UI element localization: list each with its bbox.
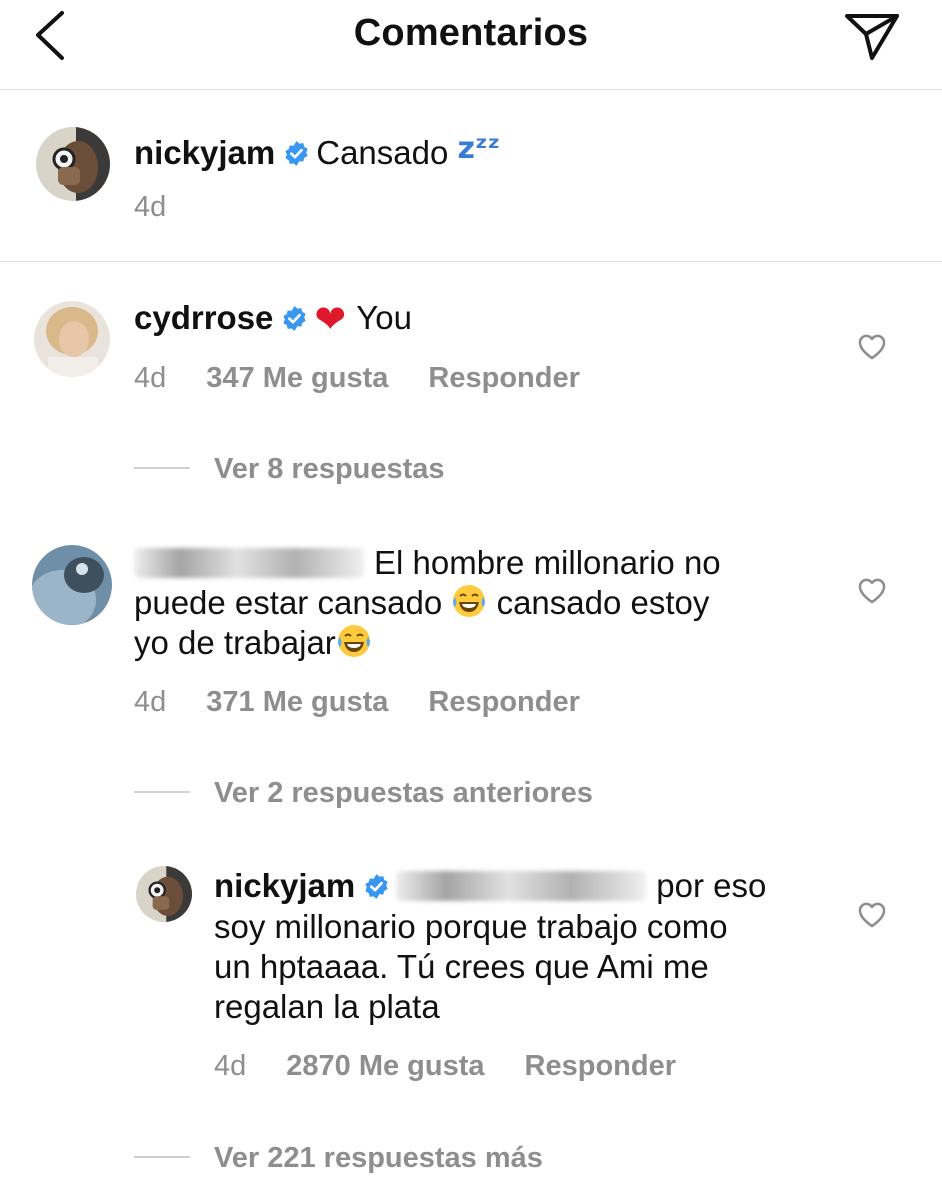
- red-heart-emoji: ❤: [314, 297, 347, 341]
- heart-outline-icon[interactable]: [855, 329, 889, 363]
- reply-text-line: soy millonario porque trabajo como: [214, 908, 728, 945]
- reply-button[interactable]: Responder: [428, 686, 579, 718]
- verified-badge-icon: [363, 873, 390, 900]
- header-bar: Comentarios: [0, 0, 942, 90]
- like-count[interactable]: 371 Me gusta: [206, 686, 388, 718]
- like-count[interactable]: 2870 Me gusta: [286, 1050, 484, 1082]
- heart-outline-icon[interactable]: [855, 573, 889, 607]
- comment-text-line: yo de trabajar: [134, 623, 372, 663]
- avatar[interactable]: [32, 545, 112, 625]
- view-replies-link[interactable]: Ver 8 respuestas: [134, 453, 445, 486]
- redacted-mention[interactable]: [396, 871, 647, 901]
- avatar[interactable]: [36, 127, 110, 201]
- comment-text: puede estar cansado: [134, 584, 443, 621]
- view-replies-label: Ver 221 respuestas más: [214, 1142, 543, 1174]
- timestamp: 4d: [214, 1050, 247, 1082]
- timestamp: 4d: [134, 362, 167, 394]
- divider-dash: [134, 1156, 190, 1159]
- paper-plane-icon[interactable]: [842, 8, 902, 63]
- caption-meta: 4d: [134, 191, 206, 224]
- view-previous-replies-link[interactable]: Ver 2 respuestas anteriores: [134, 777, 593, 810]
- view-more-replies-link[interactable]: Ver 221 respuestas más: [134, 1142, 543, 1175]
- username[interactable]: nickyjam: [134, 134, 275, 171]
- tears-of-joy-emoji: [451, 583, 487, 619]
- view-replies-label: Ver 8 respuestas: [214, 453, 445, 485]
- reply-text: por eso: [656, 867, 767, 904]
- comment-text-line: El hombre millonario no: [134, 543, 721, 583]
- heart-outline-icon[interactable]: [855, 897, 889, 931]
- view-replies-label: Ver 2 respuestas anteriores: [214, 777, 593, 809]
- comment-text-line: cydrrose ❤ You: [134, 298, 412, 339]
- reply-meta: 4d 2870 Me gusta Responder: [214, 1050, 716, 1083]
- avatar[interactable]: [136, 866, 192, 922]
- comment-meta: 4d 347 Me gusta Responder: [134, 362, 620, 395]
- divider-dash: [134, 791, 190, 794]
- timestamp: 4d: [134, 686, 167, 718]
- comment-text: cansado estoy: [496, 584, 710, 621]
- tears-of-joy-emoji: [336, 623, 372, 659]
- comment-text: You: [356, 299, 412, 336]
- comment-text: El hombre millonario no: [374, 544, 721, 581]
- reply-button[interactable]: Responder: [428, 362, 579, 394]
- post-caption: nickyjam Cansado zᶻᶻ 4d: [0, 91, 942, 262]
- username[interactable]: nickyjam: [214, 867, 355, 904]
- comment-meta: 4d 371 Me gusta Responder: [134, 686, 620, 719]
- divider-dash: [134, 467, 190, 470]
- reply-text-line: nickyjam por eso: [214, 866, 766, 906]
- page-title: Comentarios: [353, 12, 589, 54]
- reply-text-line: regalan la plata: [214, 988, 440, 1025]
- redacted-username[interactable]: [134, 548, 364, 578]
- timestamp: 4d: [134, 191, 167, 223]
- caption-text: Cansado: [316, 134, 449, 171]
- like-count[interactable]: 347 Me gusta: [206, 362, 388, 394]
- zzz-emoji: zᶻᶻ: [457, 131, 501, 166]
- avatar[interactable]: [34, 301, 110, 377]
- verified-badge-icon: [281, 305, 308, 332]
- comment-text-line: puede estar cansado cansado estoy: [134, 583, 709, 623]
- username[interactable]: cydrrose: [134, 299, 273, 336]
- reply-button[interactable]: Responder: [525, 1050, 676, 1082]
- comment-text: yo de trabajar: [134, 624, 336, 661]
- reply-text-line: un hptaaaa. Tú crees que Ami me: [214, 948, 709, 985]
- verified-badge-icon: [283, 140, 310, 167]
- caption-line: nickyjam Cansado zᶻᶻ: [134, 129, 500, 173]
